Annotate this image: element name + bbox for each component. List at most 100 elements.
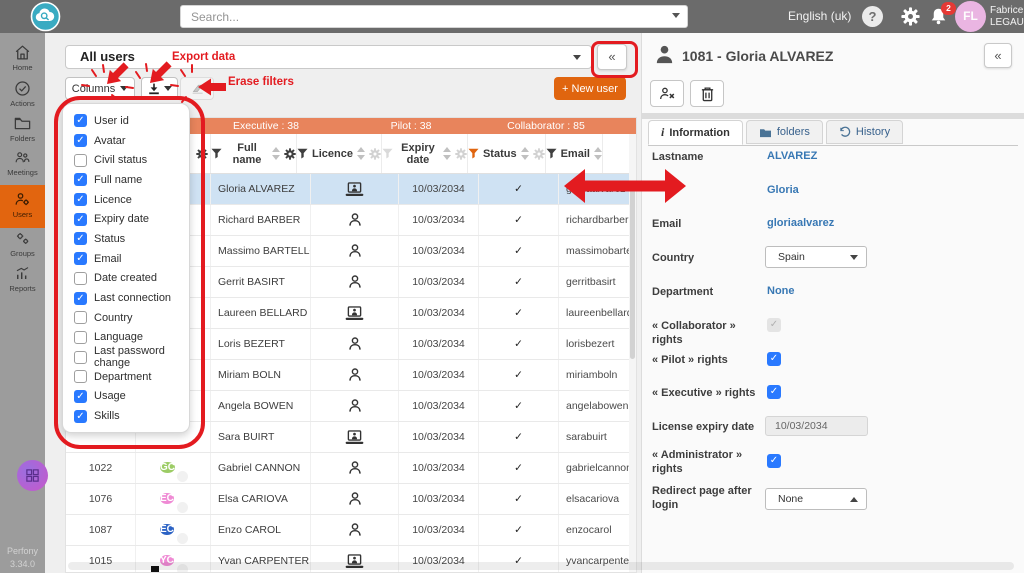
license-expiry-input[interactable]: 10/03/2034 <box>765 416 868 436</box>
checkbox[interactable] <box>74 212 87 226</box>
column-settings-gear-icon[interactable] <box>532 147 545 160</box>
sort-arrows[interactable] <box>442 147 451 160</box>
department-value[interactable]: None <box>767 285 795 297</box>
sidebar-item-reports[interactable]: Reports <box>0 264 45 293</box>
column-toggle-item[interactable]: Status <box>63 229 189 249</box>
table-row[interactable]: 1022 GC Gabriel CANNON 10/03/2034 ✓ gabr… <box>66 453 636 484</box>
collapse-detail-panel-button[interactable]: « <box>984 43 1012 68</box>
table-column-header[interactable]: Expiry date <box>382 134 468 173</box>
trash-icon <box>701 86 713 101</box>
column-toggle-item[interactable]: Email <box>63 249 189 269</box>
table-row[interactable]: 1076 EC Elsa CARIOVA 10/03/2034 ✓ elsaca… <box>66 484 636 515</box>
export-button[interactable] <box>141 77 178 100</box>
cell-email: laureenbellard <box>566 307 633 319</box>
filter-funnel-icon[interactable] <box>546 148 557 159</box>
column-toggle-item[interactable]: Department <box>63 367 189 387</box>
checkbox[interactable] <box>74 370 87 384</box>
checkbox[interactable] <box>74 134 87 148</box>
filter-funnel-icon[interactable] <box>468 148 479 159</box>
checkbox[interactable] <box>74 252 87 266</box>
sidebar-item-groups[interactable]: Groups <box>0 229 45 258</box>
column-settings-gear-icon[interactable] <box>369 147 381 160</box>
language-selector[interactable]: English (uk) <box>788 9 851 23</box>
redirect-page-select[interactable]: None <box>765 488 867 510</box>
pilot-rights-checkbox[interactable] <box>767 352 781 366</box>
sidebar-item-users[interactable]: Users <box>0 185 45 228</box>
checkbox[interactable] <box>74 153 87 167</box>
checkbox[interactable] <box>74 232 87 246</box>
user-name[interactable]: Fabrice LEGAU <box>990 5 1024 28</box>
column-toggle-item[interactable]: Skills <box>63 406 189 426</box>
checkbox[interactable] <box>74 193 87 207</box>
new-user-button[interactable]: + New user <box>554 77 626 100</box>
filter-funnel-icon[interactable] <box>211 148 222 159</box>
tab-history[interactable]: History <box>825 120 904 144</box>
assistant-bubble[interactable] <box>17 460 48 491</box>
deactivate-user-button[interactable] <box>650 80 684 107</box>
erase-filters-button[interactable] <box>180 77 214 100</box>
column-toggle-item[interactable]: Civil status <box>63 150 189 170</box>
column-toggle-item[interactable]: Country <box>63 308 189 328</box>
search-scope-caret-icon[interactable] <box>672 13 680 18</box>
filter-funnel-icon[interactable] <box>297 148 308 159</box>
columns-button[interactable]: Columns <box>65 77 135 100</box>
column-toggle-item[interactable]: Last connection <box>63 288 189 308</box>
administrator-rights-checkbox[interactable] <box>767 454 781 468</box>
sidebar-item-home[interactable]: Home <box>0 43 45 72</box>
table-column-header[interactable]: Licence <box>297 134 382 173</box>
sidebar-item-actions[interactable]: Actions <box>0 79 45 108</box>
horizontal-scrollbar[interactable] <box>68 562 1014 570</box>
cell-email: sarabuirt <box>566 431 607 443</box>
user-avatar[interactable]: FL <box>955 1 986 32</box>
tab-folders[interactable]: folders <box>745 120 823 144</box>
laptop-licence-icon <box>345 429 364 445</box>
help-icon[interactable]: ? <box>862 6 883 27</box>
table-column-header[interactable]: Email <box>546 134 603 173</box>
sort-arrows[interactable] <box>356 147 365 160</box>
column-toggle-item[interactable]: Full name <box>63 170 189 190</box>
delete-user-button[interactable] <box>690 80 724 107</box>
sort-arrows[interactable] <box>520 147 529 160</box>
table-column-header[interactable]: Full name <box>211 134 297 173</box>
column-toggle-item[interactable]: Avatar <box>63 131 189 151</box>
settings-gear-icon[interactable] <box>901 7 920 26</box>
checkbox[interactable] <box>74 114 87 128</box>
cell-full-name: Miriam BOLN <box>211 360 311 390</box>
checkbox[interactable] <box>74 291 87 305</box>
search-input[interactable] <box>180 5 688 28</box>
checkbox[interactable] <box>74 389 87 403</box>
checkbox[interactable] <box>74 409 87 423</box>
country-select[interactable]: Spain <box>765 246 867 268</box>
scrollbar-thumb[interactable] <box>630 189 635 359</box>
checkbox[interactable] <box>74 311 87 325</box>
firstname-value[interactable]: Gloria <box>767 184 799 196</box>
column-settings-gear-icon[interactable] <box>284 147 296 160</box>
checkbox[interactable] <box>74 350 87 364</box>
column-toggle-item[interactable]: User id <box>63 111 189 131</box>
lastname-value[interactable]: ALVAREZ <box>767 150 817 162</box>
sort-arrows[interactable] <box>593 147 602 160</box>
sort-arrows[interactable] <box>272 147 280 160</box>
column-settings-gear-icon[interactable] <box>196 147 208 160</box>
sidebar-item-folders[interactable]: Folders <box>0 114 45 143</box>
collapse-list-panel-button[interactable]: « <box>597 44 627 70</box>
vertical-scrollbar[interactable] <box>629 134 636 572</box>
tab-information[interactable]: i Information <box>648 120 743 145</box>
column-toggle-item[interactable]: Last password change <box>63 345 189 369</box>
checkbox[interactable] <box>74 271 87 285</box>
column-toggle-item[interactable]: Date created <box>63 269 189 289</box>
view-selector-dropdown[interactable]: All users <box>65 45 592 69</box>
checkbox[interactable] <box>74 330 87 344</box>
sidebar-item-meetings[interactable]: Meetings <box>0 148 45 177</box>
filter-funnel-icon[interactable] <box>382 148 393 159</box>
perfony-logo[interactable] <box>30 1 61 32</box>
table-row[interactable]: 1087 EC Enzo CAROL 10/03/2034 ✓ enzocaro… <box>66 515 636 546</box>
column-toggle-item[interactable]: Licence <box>63 190 189 210</box>
checkbox[interactable] <box>74 173 87 187</box>
email-value[interactable]: gloriaalvarez <box>767 217 834 229</box>
column-toggle-item[interactable]: Expiry date <box>63 209 189 229</box>
executive-rights-checkbox[interactable] <box>767 385 781 399</box>
column-settings-gear-icon[interactable] <box>455 147 467 160</box>
table-column-header[interactable]: Status <box>468 134 546 173</box>
column-toggle-item[interactable]: Usage <box>63 387 189 407</box>
